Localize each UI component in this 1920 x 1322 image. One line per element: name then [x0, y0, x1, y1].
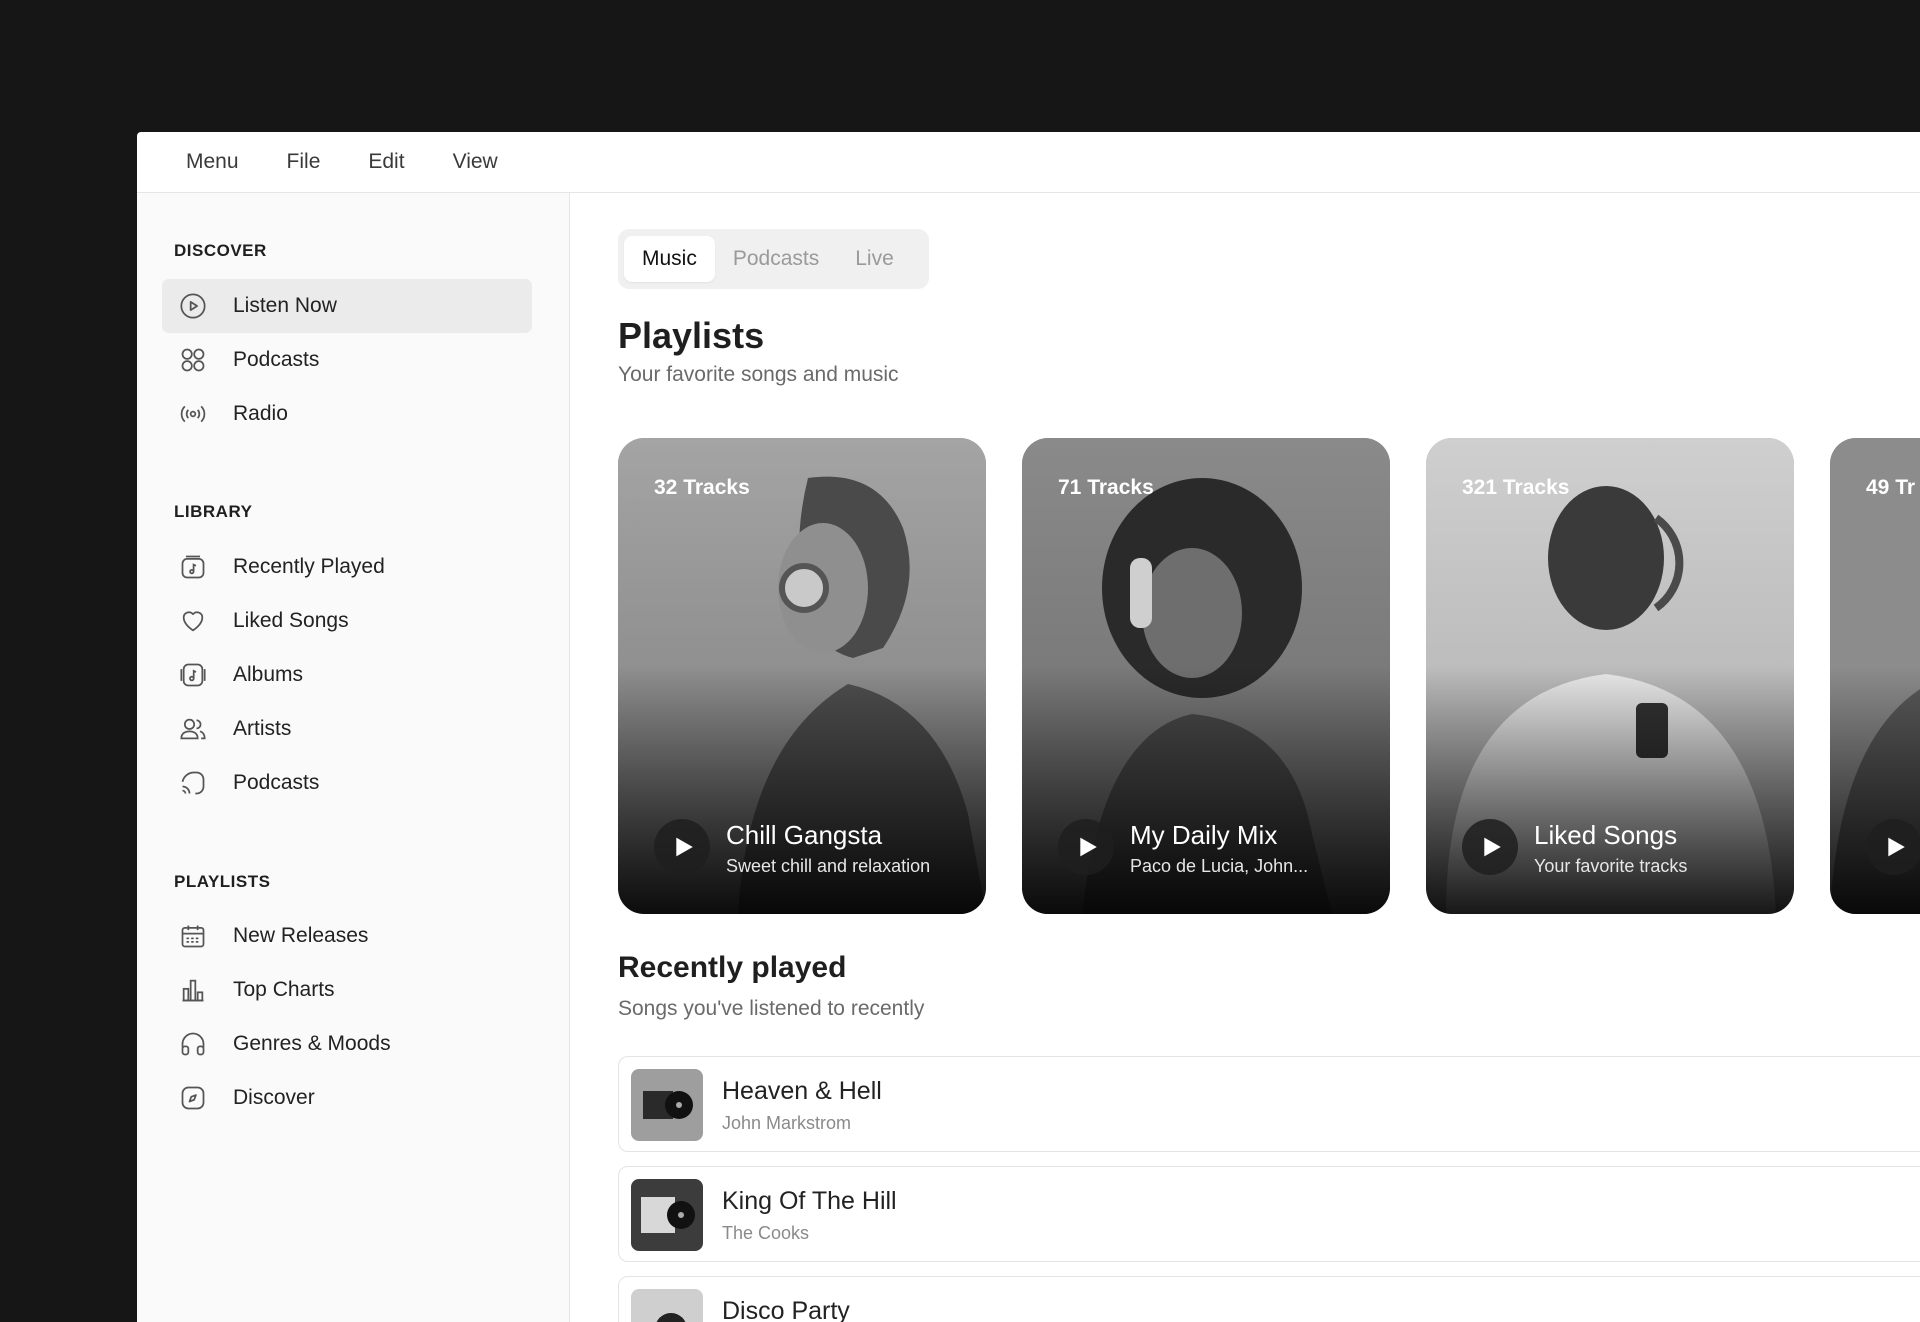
- sidebar-item-top-charts[interactable]: Top Charts: [162, 963, 532, 1017]
- track-count: 321 Tracks: [1462, 476, 1570, 499]
- play-circle-icon: [179, 292, 207, 320]
- playlist-card[interactable]: 49 Tr: [1830, 438, 1920, 914]
- sidebar-item-label: Albums: [233, 663, 304, 686]
- playlist-card[interactable]: 71 Tracks My Daily Mix Paco de Lucia, Jo…: [1022, 438, 1390, 914]
- sidebar-item-label: Discover: [233, 1086, 315, 1109]
- playlist-description: Sweet chill and relaxation: [726, 856, 931, 876]
- sidebar-item-albums[interactable]: Albums: [162, 648, 532, 702]
- menu-file[interactable]: File: [287, 150, 321, 174]
- sidebar-item-label: Genres & Moods: [233, 1032, 391, 1055]
- sidebar-item-podcasts[interactable]: Podcasts: [162, 333, 532, 387]
- playlist-description: Paco de Lucia, John...: [1130, 856, 1309, 876]
- sidebar-item-label: Liked Songs: [233, 609, 349, 632]
- play-icon: [1484, 837, 1501, 857]
- play-icon: [676, 837, 693, 857]
- track-count: 49 Tr: [1866, 476, 1916, 499]
- sidebar-item-radio[interactable]: Radio: [162, 387, 532, 441]
- music-box-icon: [179, 553, 207, 581]
- sidebar-item-label: Podcasts: [233, 348, 320, 371]
- sidebar-item-label: Listen Now: [233, 294, 337, 317]
- section-title-playlists: PLAYLISTS: [174, 872, 271, 891]
- sidebar-item-podcasts-library[interactable]: Podcasts: [162, 756, 532, 810]
- song-artist: The Cooks: [722, 1223, 810, 1243]
- song-artist: John Markstrom: [722, 1113, 852, 1133]
- main-content: Music Podcasts Live Playlists Your favor…: [570, 193, 1920, 1322]
- section-title-library: LIBRARY: [174, 502, 253, 521]
- album-art: [631, 1069, 703, 1141]
- play-button[interactable]: [654, 819, 710, 875]
- calendar-icon: [179, 922, 207, 950]
- grid-icon: [179, 346, 207, 374]
- app-window: Menu File Edit View DISCOVER Listen Now …: [137, 132, 1920, 1322]
- tab-bar: Music Podcasts Live: [618, 229, 929, 289]
- play-button[interactable]: [1058, 819, 1114, 875]
- sidebar-item-label: Radio: [233, 402, 288, 425]
- playlist-title: Chill Gangsta: [726, 820, 883, 850]
- menu-view[interactable]: View: [453, 150, 498, 174]
- sidebar-item-artists[interactable]: Artists: [162, 702, 532, 756]
- radio-icon: [179, 400, 207, 428]
- playlist-card[interactable]: 321 Tracks Liked Songs Your favorite tra…: [1426, 438, 1794, 914]
- list-item[interactable]: King Of The Hill The Cooks: [618, 1166, 1920, 1262]
- playlist-card[interactable]: 32 Tracks Chill Gangsta Sweet chill and …: [618, 438, 986, 914]
- playlist-title: Liked Songs: [1534, 820, 1678, 850]
- playlist-title: My Daily Mix: [1130, 820, 1278, 850]
- menu-bar: Menu File Edit View: [137, 132, 1920, 193]
- podcast-icon: [179, 769, 207, 797]
- headphones-icon: [179, 1030, 207, 1058]
- track-count: 32 Tracks: [654, 476, 750, 499]
- album-art: [631, 1289, 703, 1322]
- play-button[interactable]: [1462, 819, 1518, 875]
- card-gradient: [1830, 666, 1920, 914]
- tab-music[interactable]: Music: [624, 236, 715, 282]
- album-art: [631, 1179, 703, 1251]
- song-title: Heaven & Hell: [722, 1077, 882, 1105]
- song-title: King Of The Hill: [722, 1187, 897, 1215]
- menu-edit[interactable]: Edit: [368, 150, 404, 174]
- sidebar-item-label: Artists: [233, 717, 292, 740]
- sidebar-item-label: Podcasts: [233, 771, 320, 794]
- recently-played-subtitle: Songs you've listened to recently: [618, 997, 925, 1020]
- tab-podcasts[interactable]: Podcasts: [715, 236, 837, 282]
- playlists-subtitle: Your favorite songs and music: [618, 363, 899, 386]
- sidebar-item-genres-moods[interactable]: Genres & Moods: [162, 1017, 532, 1071]
- sidebar-item-recently-played[interactable]: Recently Played: [162, 540, 532, 594]
- compass-icon: [179, 1084, 207, 1112]
- tab-live[interactable]: Live: [837, 236, 912, 282]
- users-icon: [179, 715, 207, 743]
- track-count: 71 Tracks: [1058, 476, 1154, 499]
- list-item[interactable]: Heaven & Hell John Markstrom: [618, 1056, 1920, 1152]
- play-icon: [1080, 837, 1097, 857]
- sidebar: DISCOVER Listen Now Podcasts Radio LIBRA…: [137, 193, 570, 1322]
- play-button[interactable]: [1866, 819, 1920, 875]
- sidebar-item-liked-songs[interactable]: Liked Songs: [162, 594, 532, 648]
- menu-menu[interactable]: Menu: [186, 150, 239, 174]
- playlists-title: Playlists: [618, 315, 765, 356]
- song-title: Disco Party: [722, 1297, 850, 1322]
- album-icon: [179, 661, 207, 689]
- sidebar-item-label: Recently Played: [233, 555, 385, 578]
- recently-played-title: Recently played: [618, 951, 847, 984]
- playlist-description: Your favorite tracks: [1534, 856, 1688, 876]
- sidebar-item-listen-now[interactable]: Listen Now: [162, 279, 532, 333]
- heart-icon: [179, 607, 207, 635]
- sidebar-item-new-releases[interactable]: New Releases: [162, 909, 532, 963]
- play-icon: [1888, 837, 1905, 857]
- sidebar-item-discover[interactable]: Discover: [162, 1071, 532, 1125]
- section-title-discover: DISCOVER: [174, 241, 267, 260]
- bar-chart-icon: [179, 976, 207, 1004]
- list-item[interactable]: Disco Party: [618, 1276, 1920, 1322]
- sidebar-item-label: New Releases: [233, 924, 369, 947]
- sidebar-item-label: Top Charts: [233, 978, 335, 1001]
